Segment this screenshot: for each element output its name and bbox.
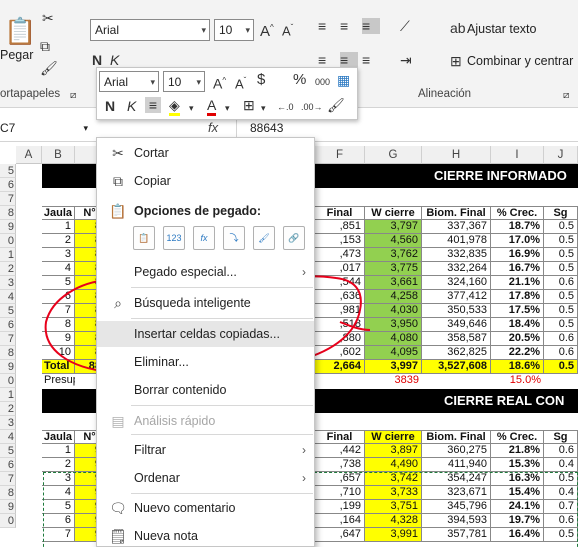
- search-icon: ⌕: [114, 295, 122, 311]
- chevron-down-icon[interactable]: ▾: [225, 100, 230, 116]
- decrease-decimal-icon[interactable]: .00→: [301, 99, 323, 115]
- format-painter-icon[interactable]: 🖌: [327, 97, 345, 113]
- clipboard-icon: 📋: [109, 203, 127, 219]
- menu-item-paste-special[interactable]: Pegado especial... ›: [97, 259, 314, 285]
- mini-align-center-icon[interactable]: ≡: [145, 97, 161, 113]
- menu-item-quick-analysis: ▤ Análisis rápido: [97, 408, 314, 434]
- menu-item-copy[interactable]: ⧉ Copiar: [97, 168, 314, 194]
- fill-color-icon[interactable]: ◈: [169, 97, 180, 116]
- borders-icon[interactable]: ⊞: [243, 97, 255, 113]
- chevron-right-icon: ›: [302, 443, 306, 457]
- font-color-icon[interactable]: A: [207, 97, 217, 116]
- copy-icon: ⧉: [113, 173, 123, 189]
- chevron-right-icon: ›: [302, 471, 306, 485]
- currency-icon[interactable]: $: [257, 72, 265, 88]
- menu-separator: [131, 287, 313, 288]
- percent-icon[interactable]: %: [293, 72, 306, 88]
- chevron-down-icon: ▾: [150, 77, 155, 87]
- paste-option-formatting[interactable]: 🖌: [253, 226, 275, 250]
- chevron-down-icon: ▾: [196, 77, 201, 87]
- context-menu: ✂ Cortar ⧉ Copiar 📋 Opciones de pegado: 📋 1…: [96, 137, 315, 547]
- menu-item-cut[interactable]: ✂ Cortar: [97, 140, 314, 166]
- chevron-down-icon[interactable]: ▾: [189, 100, 194, 116]
- menu-item-sort[interactable]: Ordenar ›: [97, 465, 314, 491]
- mini-toolbar: Arial ▾ 10 ▾ A^ Aˇ $ % 000 ▦ N K ≡ ◈ ▾ A ▾…: [96, 67, 358, 120]
- shrink-font-icon[interactable]: Aˇ: [235, 73, 246, 92]
- paste-option-values[interactable]: 123: [163, 226, 185, 250]
- increase-decimal-icon[interactable]: ←.0: [277, 99, 294, 115]
- note-icon: 🗒: [109, 528, 127, 544]
- menu-item-delete[interactable]: Eliminar...: [97, 349, 314, 375]
- mini-bold-icon[interactable]: N: [105, 98, 115, 114]
- paste-option-transpose[interactable]: ⤵: [223, 226, 245, 250]
- mini-italic-icon[interactable]: K: [127, 98, 136, 114]
- grow-font-icon[interactable]: A^: [213, 73, 226, 92]
- scissors-icon: ✂: [112, 145, 124, 161]
- paste-option-link[interactable]: 🔗: [283, 226, 305, 250]
- chevron-right-icon: ›: [302, 265, 306, 279]
- menu-item-smart-lookup[interactable]: ⌕ Búsqueda inteligente: [97, 290, 314, 316]
- menu-item-insert-copied-cells[interactable]: Insertar celdas copiadas...: [97, 321, 314, 347]
- mini-font-size-combo[interactable]: 10 ▾: [163, 71, 205, 92]
- mini-font-name-combo[interactable]: Arial ▾: [99, 71, 159, 92]
- menu-separator: [131, 318, 313, 319]
- menu-item-filter[interactable]: Filtrar ›: [97, 437, 314, 463]
- thousands-separator-icon[interactable]: 000: [315, 74, 330, 90]
- quick-analysis-icon: ▤: [111, 413, 125, 429]
- paste-option-formulas[interactable]: fx: [193, 226, 215, 250]
- comment-icon: 🗨: [109, 500, 127, 516]
- menu-separator: [131, 405, 313, 406]
- menu-item-new-note[interactable]: 🗒 Nueva nota: [97, 523, 314, 547]
- menu-item-clear-contents[interactable]: Borrar contenido: [97, 377, 314, 403]
- menu-separator: [131, 493, 313, 494]
- paste-option-paste[interactable]: 📋: [133, 226, 155, 250]
- format-table-icon[interactable]: ▦: [337, 72, 350, 88]
- menu-separator: [131, 434, 313, 435]
- menu-item-new-comment[interactable]: 🗨 Nuevo comentario: [97, 495, 314, 521]
- menu-item-paste-options: 📋 Opciones de pegado:: [97, 198, 314, 224]
- chevron-down-icon[interactable]: ▾: [261, 100, 266, 116]
